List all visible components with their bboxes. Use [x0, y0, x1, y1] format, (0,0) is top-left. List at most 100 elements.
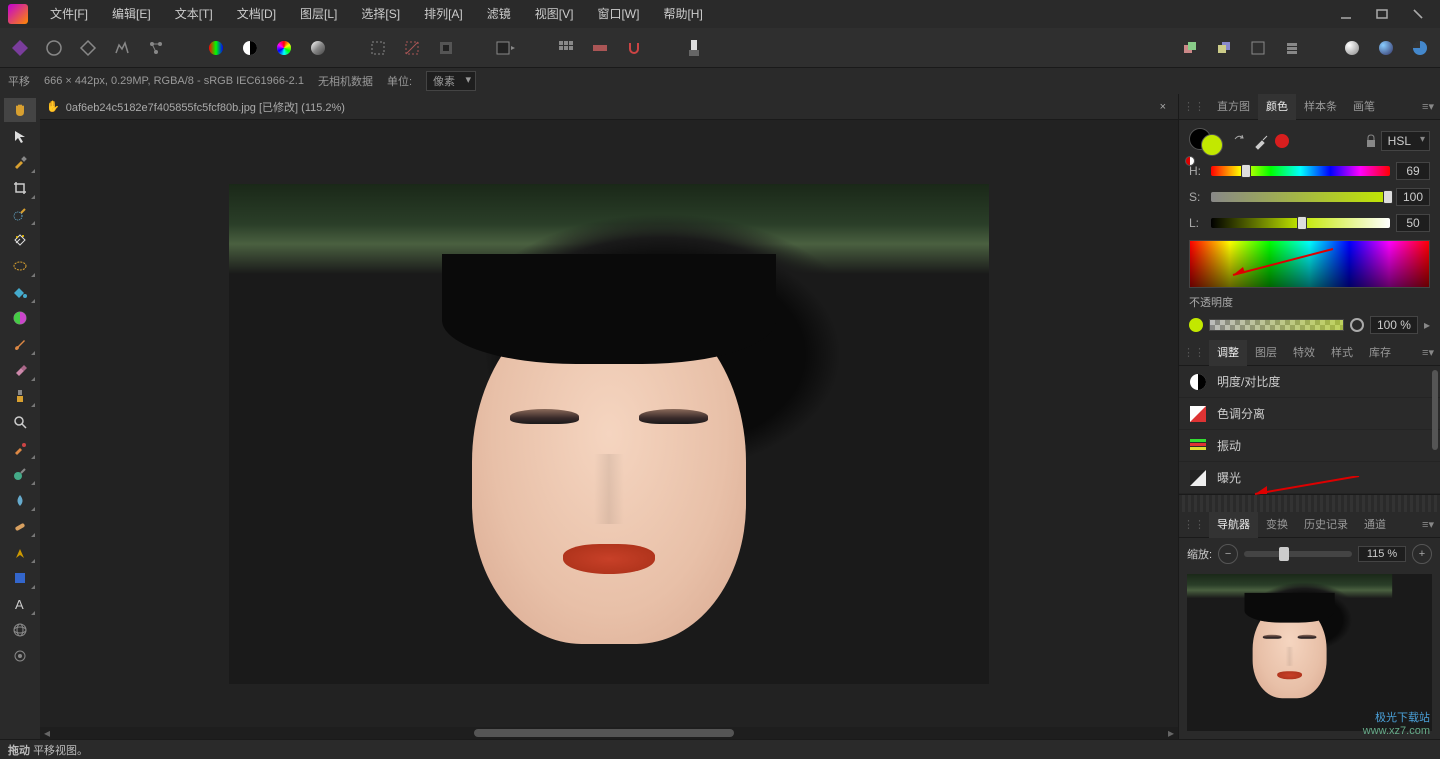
thumbnail-strip[interactable] — [1179, 494, 1440, 512]
sample-color-icon[interactable] — [1275, 134, 1289, 148]
none-color-icon[interactable] — [1185, 156, 1195, 166]
adj-menu-icon[interactable]: ≡▾ — [1416, 346, 1440, 359]
opacity-dropdown-icon[interactable]: ▸ — [1424, 318, 1430, 332]
auto-contrast-icon[interactable] — [236, 34, 264, 62]
adjustment-2[interactable]: 振动 — [1179, 430, 1440, 462]
window-close[interactable] — [1400, 0, 1436, 28]
adjustment-3[interactable]: 曝光 — [1179, 462, 1440, 494]
blur-tool[interactable] — [4, 488, 36, 512]
add-layer-icon[interactable] — [1244, 34, 1272, 62]
clone-tool[interactable] — [4, 384, 36, 408]
nav-tab-2[interactable]: 历史记录 — [1296, 512, 1356, 538]
zoom-slider[interactable] — [1244, 551, 1352, 557]
snap-icon[interactable] — [620, 34, 648, 62]
nav-menu-icon[interactable]: ≡▾ — [1416, 518, 1440, 531]
erase-tool[interactable] — [4, 358, 36, 382]
persona-tone-icon[interactable] — [108, 34, 136, 62]
color-tab-3[interactable]: 画笔 — [1345, 94, 1383, 120]
menu-文本[interactable]: 文本[T] — [163, 0, 225, 28]
menu-图层[interactable]: 图层[L] — [288, 0, 349, 28]
inpaint-tool[interactable] — [4, 436, 36, 460]
pen-tool[interactable] — [4, 540, 36, 564]
persona-export-icon[interactable] — [142, 34, 170, 62]
swap-colors-icon[interactable] — [1233, 133, 1249, 149]
window-minimize[interactable] — [1328, 0, 1364, 28]
adj-tab-0[interactable]: 调整 — [1209, 340, 1247, 366]
fill-tool[interactable] — [4, 280, 36, 304]
persona-liquify-icon[interactable] — [40, 34, 68, 62]
arrange-back-icon[interactable] — [1210, 34, 1238, 62]
color-swatches[interactable] — [1189, 128, 1229, 154]
window-maximize[interactable] — [1364, 0, 1400, 28]
menu-视图[interactable]: 视图[V] — [523, 0, 586, 28]
shape1-icon[interactable] — [1338, 34, 1366, 62]
invert-select-icon[interactable] — [432, 34, 460, 62]
flood-select-tool[interactable] — [4, 228, 36, 252]
canvas[interactable] — [40, 120, 1178, 727]
shape2-icon[interactable] — [1372, 34, 1400, 62]
assistant-icon[interactable] — [680, 34, 708, 62]
crop-tool[interactable] — [4, 176, 36, 200]
menu-编辑[interactable]: 编辑[E] — [100, 0, 163, 28]
sat-value[interactable]: 100 — [1396, 188, 1430, 206]
menu-排列[interactable]: 排列[A] — [412, 0, 475, 28]
adj-tab-2[interactable]: 特效 — [1285, 340, 1323, 366]
stack-icon[interactable] — [1278, 34, 1306, 62]
nav-tab-0[interactable]: 导航器 — [1209, 512, 1258, 538]
opacity-handle[interactable] — [1350, 318, 1364, 332]
lig-value[interactable]: 50 — [1396, 214, 1430, 232]
shape-tool[interactable] — [4, 566, 36, 590]
marquee-icon[interactable] — [364, 34, 392, 62]
color-mode-select[interactable]: HSL — [1381, 131, 1430, 151]
menu-选择[interactable]: 选择[S] — [349, 0, 412, 28]
auto-wb-icon[interactable] — [304, 34, 332, 62]
navigator-thumbnail[interactable] — [1187, 574, 1432, 731]
eyedropper-icon[interactable] — [1253, 132, 1271, 150]
shape3-icon[interactable] — [1406, 34, 1434, 62]
document-tab-close[interactable]: × — [1154, 101, 1172, 113]
move-tool[interactable] — [4, 124, 36, 148]
selection-brush-tool[interactable] — [4, 202, 36, 226]
horizontal-scrollbar[interactable]: ◂▸ — [40, 727, 1178, 739]
adj-tab-3[interactable]: 样式 — [1323, 340, 1361, 366]
view-tool[interactable] — [4, 644, 36, 668]
menu-帮助[interactable]: 帮助[H] — [651, 0, 714, 28]
zoom-tool[interactable] — [4, 410, 36, 434]
adj-tab-1[interactable]: 图层 — [1247, 340, 1285, 366]
color-tab-1[interactable]: 颜色 — [1258, 94, 1296, 120]
guides-icon[interactable] — [586, 34, 614, 62]
zoom-value[interactable]: 115 % — [1358, 546, 1406, 562]
menu-文档[interactable]: 文档[D] — [225, 0, 288, 28]
color-picker-tool[interactable] — [4, 150, 36, 174]
auto-levels-icon[interactable] — [202, 34, 230, 62]
hue-value[interactable]: 69 — [1396, 162, 1430, 180]
color-tab-2[interactable]: 样本条 — [1296, 94, 1345, 120]
dodge-tool[interactable] — [4, 462, 36, 486]
marquee-tool[interactable] — [4, 254, 36, 278]
color-field[interactable] — [1189, 240, 1430, 288]
nav-tab-1[interactable]: 变换 — [1258, 512, 1296, 538]
zoom-out-button[interactable]: − — [1218, 544, 1238, 564]
paint-brush-tool[interactable] — [4, 332, 36, 356]
color-tab-0[interactable]: 直方图 — [1209, 94, 1258, 120]
menu-滤镜[interactable]: 滤镜 — [475, 0, 523, 28]
persona-photo-icon[interactable] — [6, 34, 34, 62]
mesh-tool[interactable] — [4, 618, 36, 642]
deselect-icon[interactable] — [398, 34, 426, 62]
zoom-in-button[interactable]: + — [1412, 544, 1432, 564]
text-tool[interactable]: A — [4, 592, 36, 616]
gradient-tool[interactable] — [4, 306, 36, 330]
persona-develop-icon[interactable] — [74, 34, 102, 62]
adjustment-0[interactable]: 明度/对比度 — [1179, 366, 1440, 398]
nav-tab-3[interactable]: 通道 — [1356, 512, 1394, 538]
crop-mode-icon[interactable] — [492, 34, 520, 62]
color-menu-icon[interactable]: ≡▾ — [1416, 100, 1440, 113]
opacity-slider[interactable] — [1209, 319, 1344, 331]
adjustments-scrollbar[interactable] — [1432, 370, 1438, 450]
grid-icon[interactable] — [552, 34, 580, 62]
opacity-value[interactable]: 100 % — [1370, 316, 1418, 334]
menu-窗口[interactable]: 窗口[W] — [585, 0, 651, 28]
auto-colors-icon[interactable] — [270, 34, 298, 62]
heal-tool[interactable] — [4, 514, 36, 538]
lock-icon[interactable] — [1365, 134, 1377, 148]
